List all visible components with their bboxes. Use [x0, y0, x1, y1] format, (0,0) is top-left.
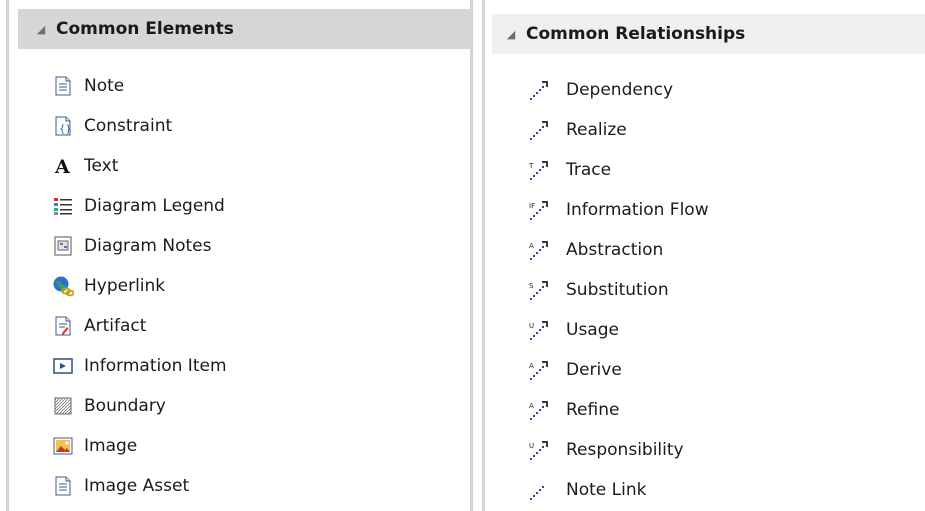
- boundary-icon: [52, 395, 74, 417]
- element-item-constraint[interactable]: {} Constraint: [52, 106, 227, 146]
- artifact-icon: [52, 315, 74, 337]
- svg-text:U: U: [529, 442, 534, 450]
- relationship-item-information-flow[interactable]: IF Information Flow: [528, 190, 709, 230]
- relationship-item-label: Information Flow: [566, 200, 709, 220]
- element-item-label: Constraint: [84, 116, 173, 136]
- element-item-diagram-notes[interactable]: Diagram Notes: [52, 226, 227, 266]
- relationship-item-label: Realize: [566, 120, 627, 140]
- common-relationships-header[interactable]: ◢ Common Relationships: [492, 14, 925, 54]
- relationship-item-usage[interactable]: U Usage: [528, 310, 709, 350]
- collapse-caret-icon[interactable]: ◢: [500, 28, 522, 41]
- relationship-item-realize[interactable]: Realize: [528, 110, 709, 150]
- hyperlink-icon: [52, 275, 74, 297]
- element-item-label: Text: [84, 156, 119, 176]
- image-icon: [52, 435, 74, 457]
- element-item-hyperlink[interactable]: Hyperlink: [52, 266, 227, 306]
- svg-text:{}: {}: [59, 124, 72, 135]
- relationship-item-note-link[interactable]: Note Link: [528, 470, 709, 510]
- element-item-text[interactable]: A Text: [52, 146, 227, 186]
- responsibility-icon: U: [528, 439, 550, 461]
- relationship-item-label: Responsibility: [566, 440, 684, 460]
- element-item-label: Hyperlink: [84, 276, 166, 296]
- svg-text:A: A: [54, 156, 70, 176]
- common-elements-panel: ◢ Common Elements Note {} Constraint A Text D…: [0, 0, 470, 511]
- svg-text:A: A: [529, 402, 534, 410]
- text-icon: A: [52, 155, 74, 177]
- common-elements-header[interactable]: ◢ Common Elements: [18, 9, 470, 49]
- relationship-item-label: Abstraction: [566, 240, 664, 260]
- element-item-image-asset[interactable]: Image Asset: [52, 466, 227, 506]
- svg-text:A: A: [529, 362, 534, 370]
- constraint-icon: {}: [52, 115, 74, 137]
- element-item-label: Diagram Legend: [84, 196, 225, 216]
- relationship-item-derive[interactable]: A Derive: [528, 350, 709, 390]
- relationship-item-substitution[interactable]: S Substitution: [528, 270, 709, 310]
- relationship-item-label: Refine: [566, 400, 620, 420]
- element-item-diagram-legend[interactable]: Diagram Legend: [52, 186, 227, 226]
- collapse-caret-icon[interactable]: ◢: [30, 23, 52, 36]
- element-item-image[interactable]: Image: [52, 426, 227, 466]
- derive-icon: A: [528, 359, 550, 381]
- element-item-label: Boundary: [84, 396, 166, 416]
- common-elements-list: Note {} Constraint A Text Diagram Legend Diagr…: [52, 66, 227, 506]
- element-item-artifact[interactable]: Artifact: [52, 306, 227, 346]
- refine-icon: A: [528, 399, 550, 421]
- information-flow-icon: IF: [528, 199, 550, 221]
- relationship-item-label: Usage: [566, 320, 619, 340]
- relationship-item-responsibility[interactable]: U Responsibility: [528, 430, 709, 470]
- relationship-item-label: Dependency: [566, 80, 674, 100]
- svg-text:S: S: [529, 282, 534, 290]
- panel-splitter[interactable]: [470, 0, 473, 511]
- relationship-item-label: Derive: [566, 360, 622, 380]
- element-item-label: Image: [84, 436, 138, 456]
- substitution-icon: S: [528, 279, 550, 301]
- abstraction-icon: A: [528, 239, 550, 261]
- trace-icon: T: [528, 159, 550, 181]
- note-icon: [52, 75, 74, 97]
- information-item-icon: [52, 355, 74, 377]
- note-link-icon: [528, 479, 550, 501]
- relationship-item-label: Trace: [566, 160, 612, 180]
- element-item-boundary[interactable]: Boundary: [52, 386, 227, 426]
- svg-text:IF: IF: [529, 202, 535, 210]
- relationship-item-label: Note Link: [566, 480, 647, 500]
- diagram-legend-icon: [52, 195, 74, 217]
- svg-text:A: A: [529, 242, 534, 250]
- element-item-label: Image Asset: [84, 476, 190, 496]
- dependency-icon: [528, 79, 550, 101]
- relationship-item-label: Substitution: [566, 280, 669, 300]
- realize-icon: [528, 119, 550, 141]
- usage-icon: U: [528, 319, 550, 341]
- element-item-information-item[interactable]: Information Item: [52, 346, 227, 386]
- element-item-label: Note: [84, 76, 125, 96]
- common-relationships-panel: ◢ Common Relationships Dependency Realize…: [484, 0, 925, 511]
- element-item-label: Diagram Notes: [84, 236, 212, 256]
- relationship-item-dependency[interactable]: Dependency: [528, 70, 709, 110]
- diagram-notes-icon: [52, 235, 74, 257]
- element-item-label: Artifact: [84, 316, 147, 336]
- svg-text:U: U: [529, 322, 534, 330]
- relationship-item-refine[interactable]: A Refine: [528, 390, 709, 430]
- common-elements-title: Common Elements: [56, 19, 234, 39]
- element-item-label: Information Item: [84, 356, 227, 376]
- element-item-note[interactable]: Note: [52, 66, 227, 106]
- relationship-item-abstraction[interactable]: A Abstraction: [528, 230, 709, 270]
- svg-text:T: T: [528, 162, 534, 170]
- common-relationships-title: Common Relationships: [526, 24, 746, 44]
- image-asset-icon: [52, 475, 74, 497]
- relationship-item-trace[interactable]: T Trace: [528, 150, 709, 190]
- common-relationships-list: Dependency Realize T Trace IF Information Flo…: [528, 70, 709, 510]
